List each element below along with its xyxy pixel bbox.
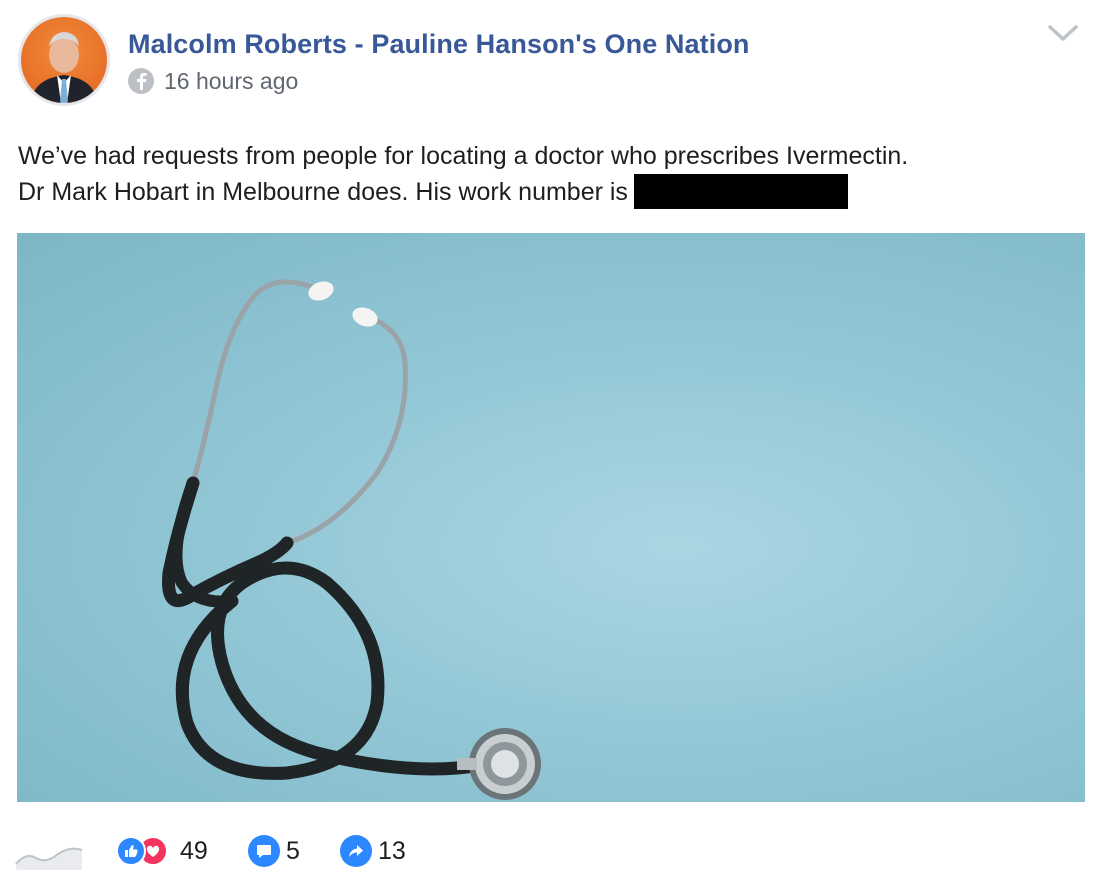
shares-summary[interactable]: 13	[340, 834, 406, 868]
reactions-count: 49	[180, 836, 208, 865]
facebook-globe-icon	[128, 68, 154, 94]
post-footer: 49 5 13	[0, 822, 1108, 880]
shares-count: 13	[378, 836, 406, 865]
trend-chart-icon[interactable]	[14, 834, 84, 870]
facebook-post: Malcolm Roberts - Pauline Hanson's One N…	[0, 0, 1108, 880]
post-message: We’ve had requests from people for locat…	[18, 138, 1098, 210]
chevron-down-icon[interactable]	[1046, 20, 1080, 46]
share-icon	[340, 835, 372, 867]
post-timestamp[interactable]: 16 hours ago	[164, 68, 298, 95]
author-name-link[interactable]: Malcolm Roberts - Pauline Hanson's One N…	[128, 29, 750, 60]
redaction-bar	[633, 174, 848, 209]
comments-summary[interactable]: 5	[248, 834, 300, 868]
message-line-1: We’ve had requests from people for locat…	[18, 142, 909, 170]
message-line-2: Dr Mark Hobart in Melbourne does. His wo…	[18, 174, 1098, 210]
avatar-portrait	[31, 32, 97, 103]
avatar[interactable]	[18, 14, 110, 106]
stethoscope-illustration	[161, 279, 541, 800]
message-line-2-text: Dr Mark Hobart in Melbourne does. His wo…	[18, 178, 628, 206]
comments-count: 5	[286, 836, 300, 865]
like-icon	[116, 836, 146, 866]
post-image[interactable]	[17, 233, 1085, 802]
post-meta: 16 hours ago	[128, 66, 298, 96]
reaction-icons	[116, 835, 174, 867]
comment-icon	[248, 835, 280, 867]
reactions-summary[interactable]: 49	[116, 834, 208, 868]
